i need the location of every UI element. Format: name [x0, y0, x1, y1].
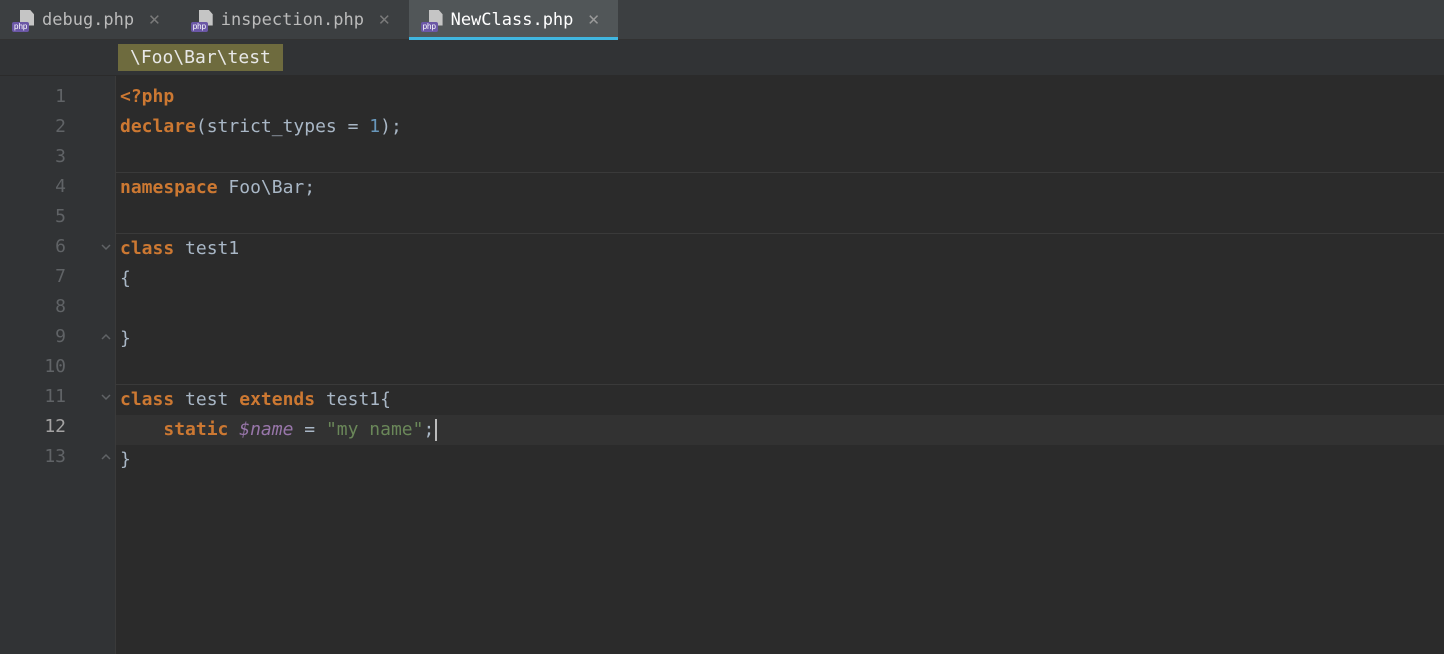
line-number: 2 — [0, 112, 96, 142]
tab-bar: php debug.php ✕ php inspection.php ✕ php… — [0, 0, 1444, 40]
code-line[interactable] — [116, 294, 1444, 324]
tab-newclass[interactable]: php NewClass.php ✕ — [409, 0, 618, 39]
code-line[interactable]: <?php — [116, 82, 1444, 112]
tab-label: inspection.php — [221, 10, 364, 30]
tab-label: debug.php — [42, 10, 134, 30]
editor: 1 2 3 4 5 6 7 8 9 10 11 12 13 — [0, 76, 1444, 654]
line-number: 7 — [0, 262, 96, 292]
line-number: 9 — [0, 322, 96, 352]
code-line[interactable]: namespace Foo\Bar; — [116, 173, 1444, 203]
tab-label: NewClass.php — [451, 10, 574, 30]
php-file-icon: php — [14, 10, 34, 30]
tab-inspection[interactable]: php inspection.php ✕ — [179, 0, 409, 39]
line-number: 11 — [0, 382, 96, 412]
fold-end-icon[interactable] — [96, 322, 115, 352]
php-file-icon: php — [193, 10, 213, 30]
code-line[interactable] — [116, 142, 1444, 172]
line-number: 6 — [0, 232, 96, 262]
fold-strip — [96, 76, 116, 654]
code-line[interactable]: class test1 — [116, 234, 1444, 264]
breadcrumb-bar: \Foo\Bar\test — [0, 40, 1444, 76]
line-number: 3 — [0, 142, 96, 172]
line-number: 4 — [0, 172, 96, 202]
line-number: 8 — [0, 292, 96, 322]
code-line[interactable]: { — [116, 264, 1444, 294]
code-line[interactable]: } — [116, 324, 1444, 354]
line-number: 1 — [0, 82, 96, 112]
line-number: 5 — [0, 202, 96, 232]
close-icon[interactable]: ✕ — [587, 11, 600, 29]
line-number: 13 — [0, 442, 96, 472]
fold-toggle-icon[interactable] — [96, 232, 115, 262]
code-area[interactable]: <?php declare(strict_types = 1); namespa… — [116, 76, 1444, 654]
line-number: 12 — [0, 412, 96, 442]
breadcrumb[interactable]: \Foo\Bar\test — [118, 44, 283, 71]
code-line[interactable]: class test extends test1{ — [116, 385, 1444, 415]
code-line[interactable] — [116, 354, 1444, 384]
code-line[interactable]: declare(strict_types = 1); — [116, 112, 1444, 142]
code-line[interactable]: } — [116, 445, 1444, 475]
fold-end-icon[interactable] — [96, 442, 115, 472]
php-file-icon: php — [423, 10, 443, 30]
gutter: 1 2 3 4 5 6 7 8 9 10 11 12 13 — [0, 76, 96, 654]
fold-toggle-icon[interactable] — [96, 382, 115, 412]
line-number: 10 — [0, 352, 96, 382]
tab-debug[interactable]: php debug.php ✕ — [0, 0, 179, 39]
close-icon[interactable]: ✕ — [148, 11, 161, 29]
code-line[interactable]: static $name = "my name"; — [116, 415, 1444, 445]
text-caret — [435, 419, 437, 441]
code-line[interactable] — [116, 203, 1444, 233]
close-icon[interactable]: ✕ — [378, 11, 391, 29]
